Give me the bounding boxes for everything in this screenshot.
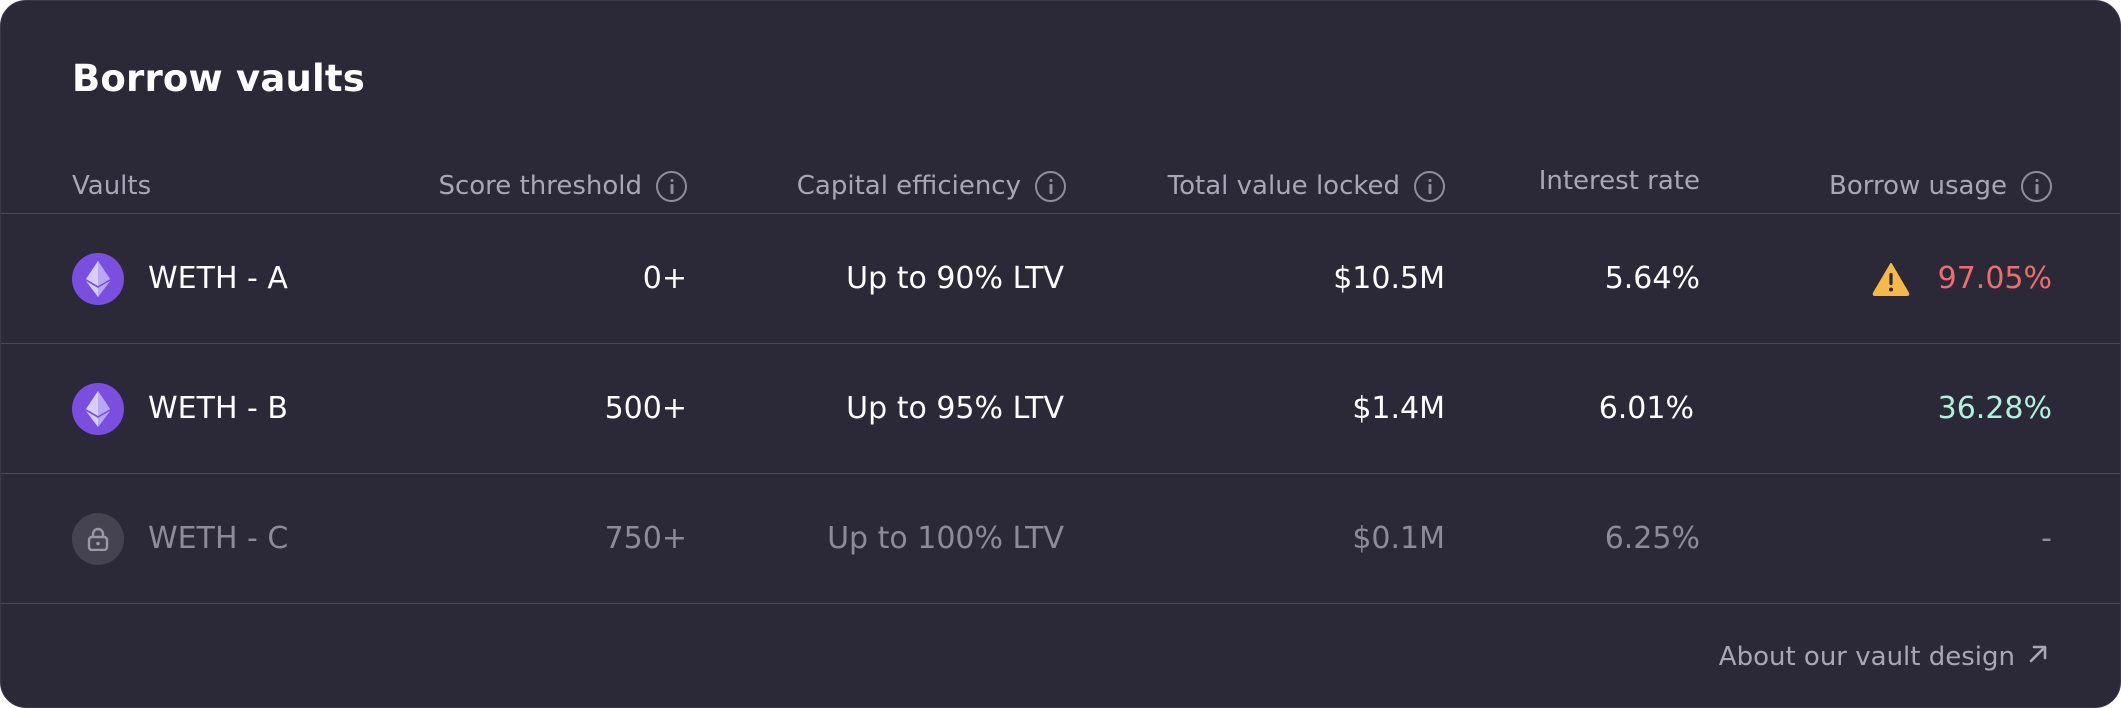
info-icon[interactable] — [1414, 170, 1445, 202]
borrow-vaults-card: Borrow vaults Vaults Score threshold Cap… — [0, 0, 2121, 708]
capital-cell: Up to 100% LTV — [827, 521, 1064, 556]
col-header-label: Total value locked — [1167, 171, 1400, 201]
col-header-label: Score threshold — [438, 171, 642, 201]
lock-icon — [72, 512, 124, 565]
col-header-label: Interest rate — [1538, 166, 1700, 196]
table-row[interactable]: WETH - C 750+ Up to 100% LTV $0.1M 6.25%… — [1, 474, 2120, 603]
capital-cell: Up to 90% LTV — [846, 261, 1064, 296]
vault-cell: WETH - B — [72, 344, 372, 473]
usage-cell: 97.05% — [1741, 214, 2052, 343]
footer-link-label: About our vault design — [1718, 642, 2015, 672]
tvl-cell: $0.1M — [1352, 521, 1445, 556]
ethereum-icon — [72, 382, 124, 435]
interest-cell: 5.64% — [1604, 261, 1700, 296]
vault-name: WETH - C — [148, 521, 289, 556]
col-header-label: Borrow usage — [1829, 171, 2007, 201]
info-icon[interactable] — [656, 170, 687, 202]
vault-cell: WETH - A — [72, 214, 372, 343]
score-cell: 500+ — [604, 391, 687, 426]
vault-name: WETH - B — [148, 391, 288, 426]
col-header-interest: Interest rate — [1461, 161, 1700, 201]
about-vault-design-link[interactable]: About our vault design — [1719, 637, 2049, 677]
usage-cell: - — [2041, 521, 2052, 556]
col-header-tvl: Total value locked — [1081, 166, 1445, 206]
score-cell: 750+ — [604, 521, 687, 556]
col-header-label: Vaults — [72, 171, 152, 201]
vault-cell: WETH - C — [72, 474, 372, 603]
interest-cell: 6.01% — [1598, 391, 1694, 426]
col-header-usage: Borrow usage — [1741, 166, 2052, 206]
tvl-cell: $1.4M — [1352, 391, 1445, 426]
col-header-capital: Capital efficiency — [701, 166, 1066, 206]
capital-cell: Up to 95% LTV — [846, 391, 1064, 426]
info-icon[interactable] — [2021, 170, 2052, 202]
col-header-label: Capital efficiency — [796, 171, 1021, 201]
interest-cell: 6.25% — [1604, 521, 1700, 556]
arrow-up-right-icon — [2027, 642, 2049, 672]
divider — [1, 603, 2120, 604]
usage-value: 36.28% — [1937, 391, 2052, 426]
warning-icon — [1872, 262, 1910, 296]
info-icon[interactable] — [1035, 170, 1066, 202]
score-cell: 0+ — [642, 261, 687, 296]
table-row[interactable]: WETH - B 500+ Up to 95% LTV $1.4M 6.01% … — [1, 344, 2120, 473]
ethereum-icon — [72, 252, 124, 305]
tvl-cell: $10.5M — [1333, 261, 1445, 296]
usage-cell: 36.28% — [1741, 344, 2052, 473]
table-row[interactable]: WETH - A 0+ Up to 90% LTV $10.5M 5.64% 9… — [1, 214, 2120, 343]
usage-value: 97.05% — [1937, 261, 2052, 296]
vault-name: WETH - A — [148, 261, 288, 296]
card-title: Borrow vaults — [72, 57, 366, 100]
col-header-vaults: Vaults — [72, 166, 372, 206]
col-header-score: Score threshold — [381, 166, 687, 206]
